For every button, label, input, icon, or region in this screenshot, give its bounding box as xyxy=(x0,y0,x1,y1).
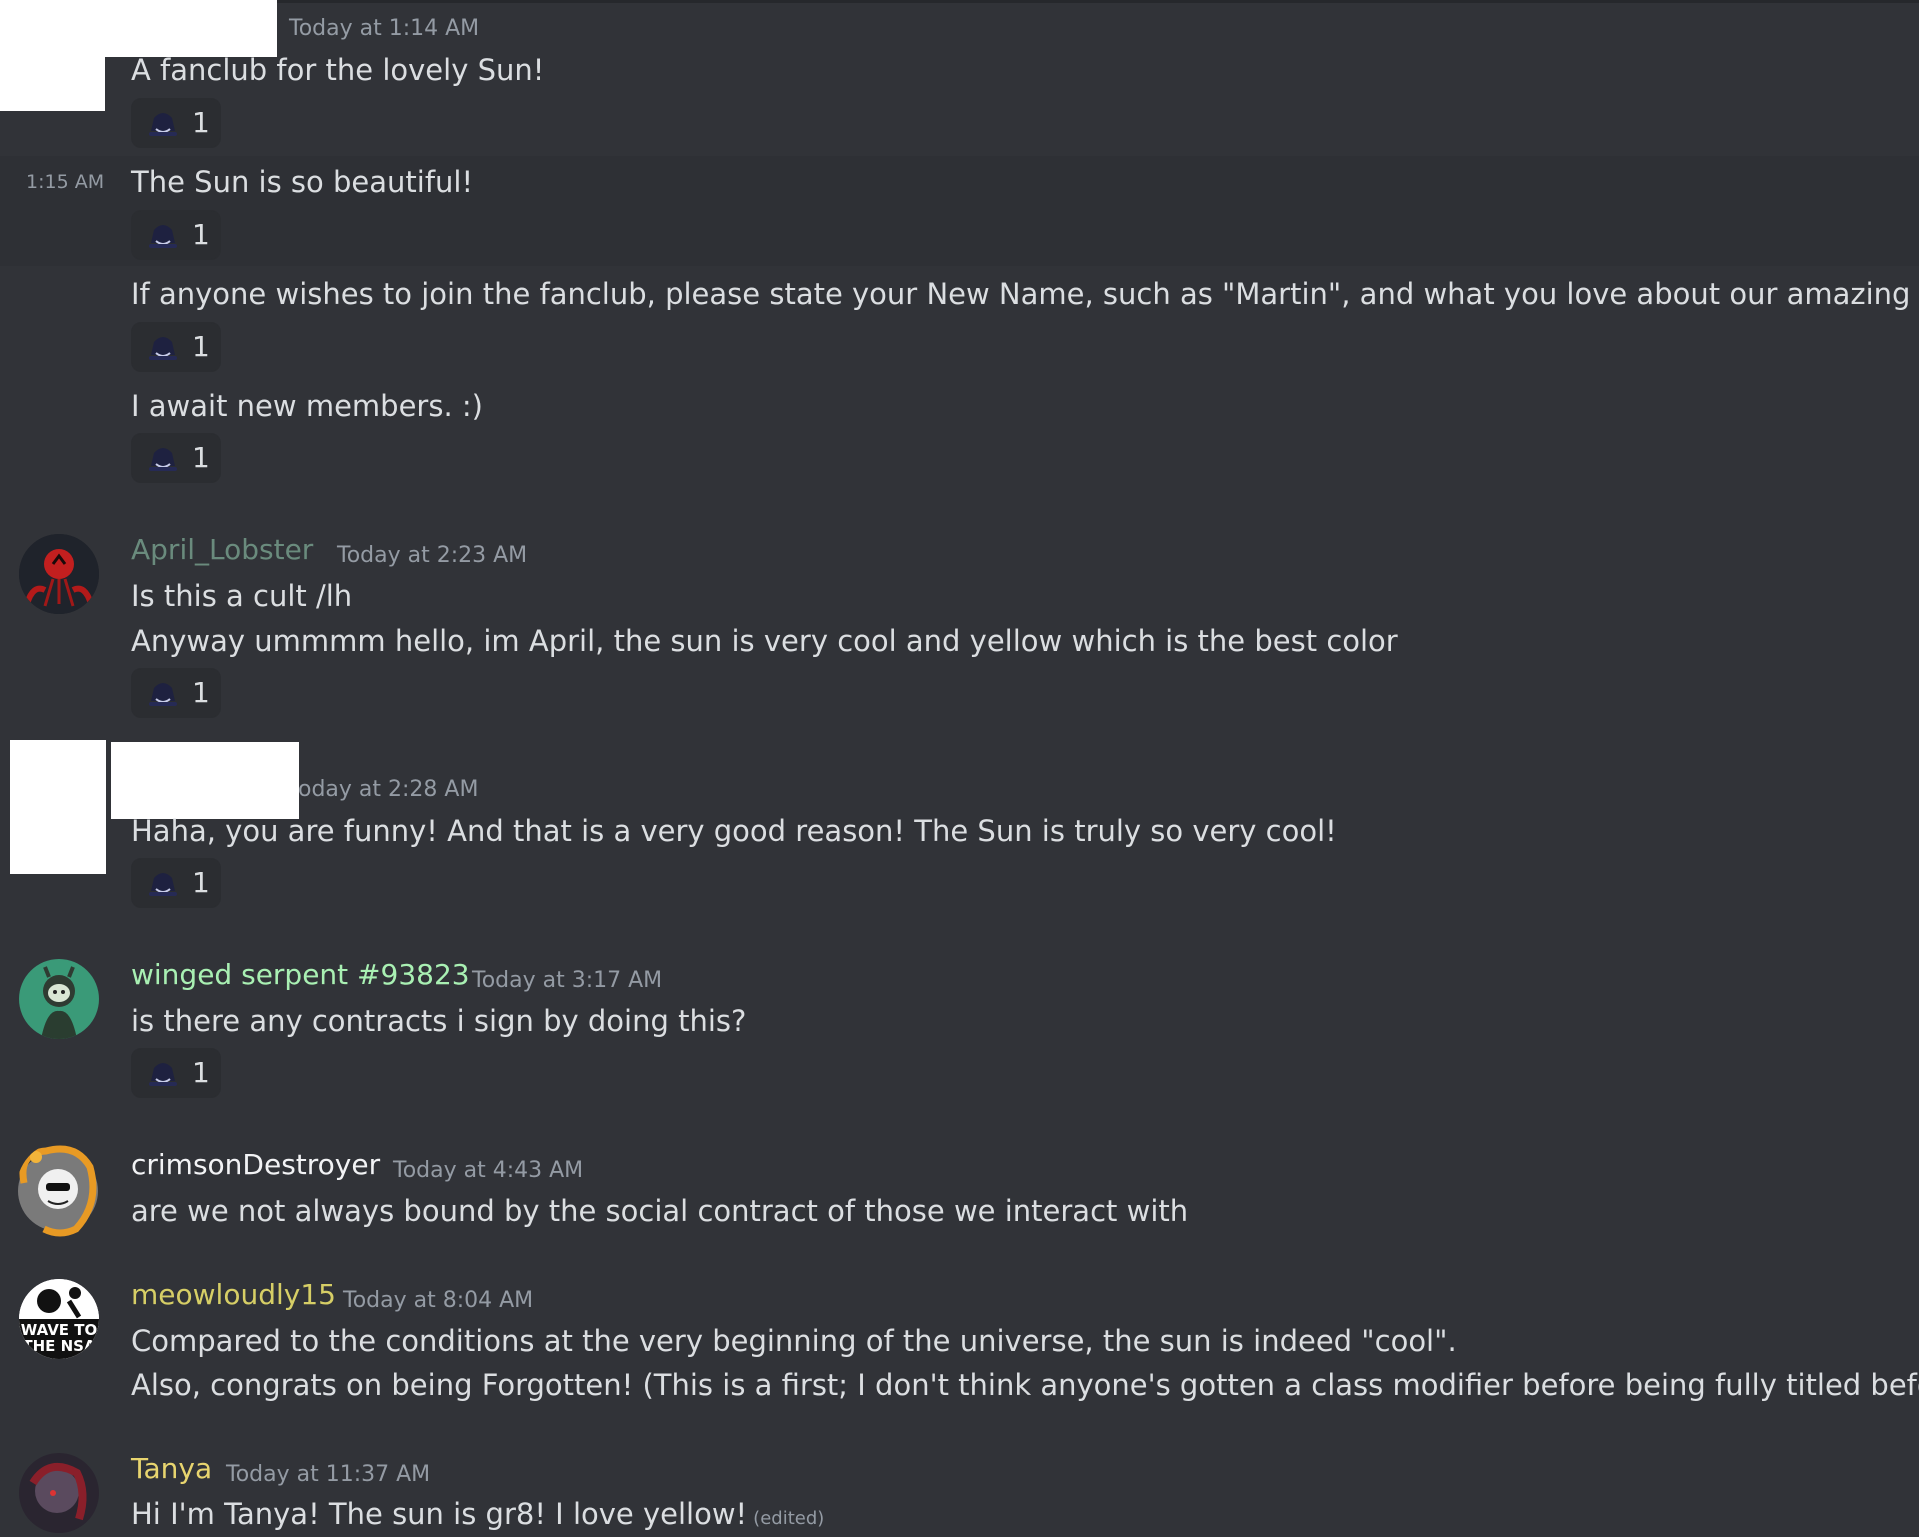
redacted-avatar xyxy=(0,0,105,111)
reaction-button[interactable]: 1 xyxy=(131,210,221,260)
wave-to-nsa-avatar-icon: WAVE TO THE NSA xyxy=(19,1279,99,1359)
username[interactable]: winged serpent #93823 xyxy=(131,958,470,991)
message-text: Anyway ummmm hello, im April, the sun is… xyxy=(131,624,1398,658)
reaction-button[interactable]: 1 xyxy=(131,668,221,718)
avatar[interactable] xyxy=(16,1143,100,1238)
message-text: are we not always bound by the social co… xyxy=(131,1194,1189,1228)
redacted-avatar xyxy=(10,740,106,874)
hat-emoji-icon xyxy=(149,225,177,248)
crimson-avatar-icon xyxy=(18,1145,98,1237)
message-text: Is this a cult /lh xyxy=(131,579,353,613)
hat-emoji-icon xyxy=(149,873,177,896)
message-text: Hi I'm Tanya! The sun is gr8! I love yel… xyxy=(131,1496,824,1537)
top-divider xyxy=(0,0,1919,3)
reaction-button[interactable]: 1 xyxy=(131,98,221,148)
reaction-count: 1 xyxy=(192,106,210,139)
message-timestamp[interactable]: Today at 11:37 AM xyxy=(226,1462,430,1487)
message-timestamp[interactable]: Today at 2:23 AM xyxy=(337,543,527,568)
avatar[interactable]: WAVE TO THE NSA xyxy=(19,1279,99,1359)
hat-emoji-icon xyxy=(149,683,177,706)
username[interactable]: crimsonDestroyer xyxy=(131,1148,380,1181)
reaction-button[interactable]: 1 xyxy=(131,1048,221,1098)
message-text: Compared to the conditions at the very b… xyxy=(131,1324,1457,1358)
tanya-avatar-icon xyxy=(19,1453,99,1533)
hat-emoji-icon xyxy=(149,113,177,136)
message-timestamp[interactable]: Today at 1:14 AM xyxy=(289,16,479,41)
message-text: The Sun is so beautiful! xyxy=(131,165,474,199)
serpent-avatar-icon xyxy=(19,959,99,1039)
message-text: Also, congrats on being Forgotten! (This… xyxy=(131,1368,1919,1402)
reaction-button[interactable]: 1 xyxy=(131,858,221,908)
message-text: Haha, you are funny! And that is a very … xyxy=(131,814,1337,848)
edited-label: (edited) xyxy=(753,1508,825,1529)
avatar-text-2: THE NSA xyxy=(22,1337,96,1355)
avatar[interactable] xyxy=(19,534,99,614)
message-timestamp[interactable]: oday at 2:28 AM xyxy=(298,777,478,802)
reaction-count: 1 xyxy=(192,218,210,251)
message-body: Hi I'm Tanya! The sun is gr8! I love yel… xyxy=(131,1497,748,1531)
hat-emoji-icon xyxy=(149,448,177,471)
avatar[interactable] xyxy=(19,959,99,1039)
reaction-count: 1 xyxy=(192,441,210,474)
lobster-avatar-icon xyxy=(19,534,99,614)
reaction-count: 1 xyxy=(192,1056,210,1089)
message-text: I await new members. :) xyxy=(131,389,483,423)
hat-emoji-icon xyxy=(149,337,177,360)
message-text: A fanclub for the lovely Sun! xyxy=(131,53,545,87)
reaction-count: 1 xyxy=(192,866,210,899)
avatar[interactable] xyxy=(19,1453,99,1533)
message-timestamp[interactable]: Today at 4:43 AM xyxy=(393,1158,583,1183)
reaction-button[interactable]: 1 xyxy=(131,322,221,372)
message-text: is there any contracts i sign by doing t… xyxy=(131,1004,747,1038)
message-timestamp[interactable]: Today at 3:17 AM xyxy=(472,968,662,993)
message-timestamp[interactable]: Today at 8:04 AM xyxy=(343,1288,533,1313)
hat-emoji-icon xyxy=(149,1063,177,1086)
message-text: If anyone wishes to join the fanclub, pl… xyxy=(131,277,1919,311)
reaction-count: 1 xyxy=(192,676,210,709)
username[interactable]: Tanya xyxy=(131,1452,212,1485)
reaction-button[interactable]: 1 xyxy=(131,433,221,483)
username[interactable]: meowloudly15 xyxy=(131,1278,336,1311)
hover-timestamp[interactable]: 1:15 AM xyxy=(26,171,104,193)
username[interactable]: April_Lobster xyxy=(131,533,313,566)
redacted-username xyxy=(105,0,277,57)
redacted-username xyxy=(111,742,299,819)
reaction-count: 1 xyxy=(192,330,210,363)
